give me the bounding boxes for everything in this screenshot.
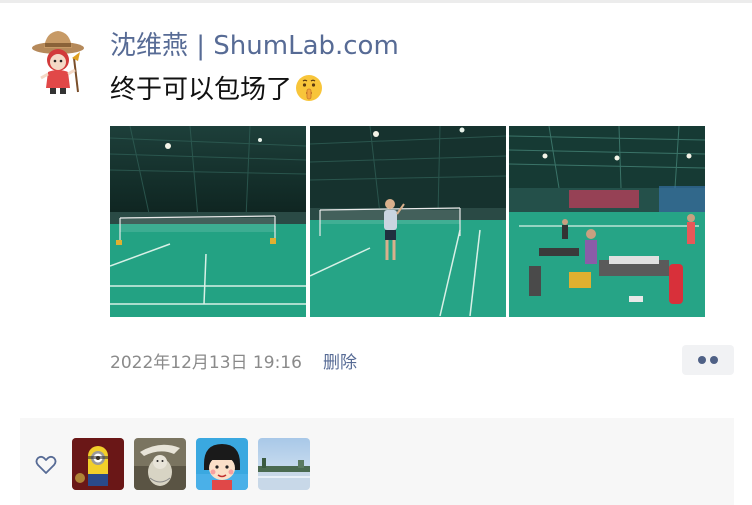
likes-panel: [20, 418, 734, 505]
post-text-content: 终于可以包场了: [110, 75, 293, 105]
sketch-animal-avatar[interactable]: [134, 438, 186, 490]
lake-landscape-avatar[interactable]: [258, 438, 310, 490]
heart-icon: [35, 455, 57, 475]
shushing-face-icon: [294, 73, 324, 103]
more-options-button[interactable]: [682, 345, 734, 375]
post-timestamp: 2022年12月13日 19:16: [110, 353, 302, 373]
author-name[interactable]: 沈维燕 | ShumLab.com: [110, 28, 399, 64]
post-text: 终于可以包场了: [110, 72, 324, 108]
more-dots-icon: [698, 356, 706, 364]
more-dots-icon: [710, 356, 718, 364]
delete-button[interactable]: 删除: [323, 350, 357, 376]
badminton-court-photo-3[interactable]: [509, 126, 705, 317]
badminton-court-photo-1[interactable]: [110, 126, 306, 317]
author-avatar[interactable]: [28, 28, 92, 96]
badminton-court-photo-2[interactable]: [310, 126, 506, 317]
minion-avatar[interactable]: [72, 438, 124, 490]
cartoon-girl-avatar[interactable]: [196, 438, 248, 490]
top-divider: [0, 0, 752, 3]
